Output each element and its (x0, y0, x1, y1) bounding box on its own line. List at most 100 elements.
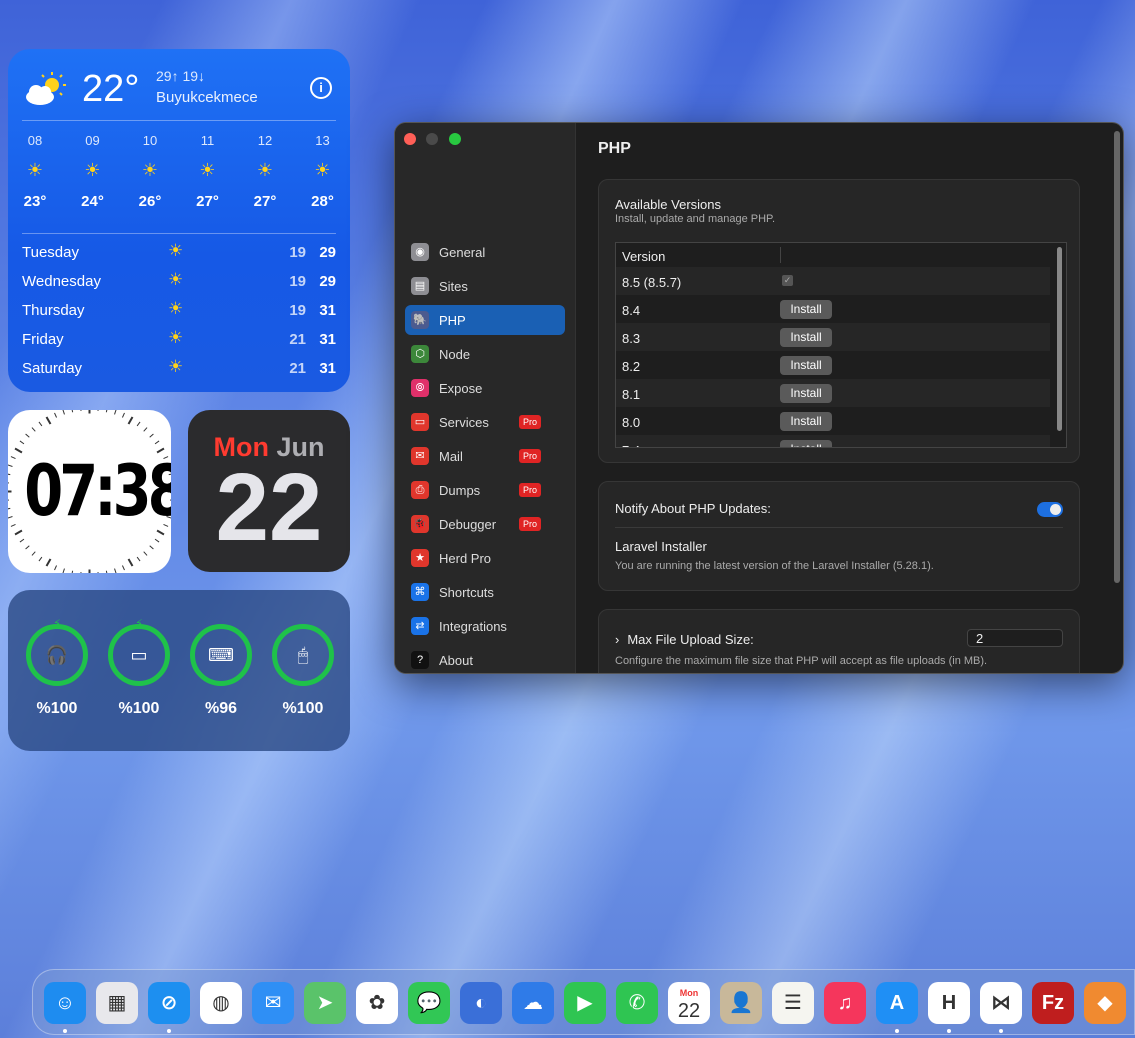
tick-mark (114, 410, 117, 415)
close-button[interactable] (404, 133, 416, 145)
sidebar-item-php[interactable]: 🐘 PHP (405, 305, 565, 335)
sidebar-item-expose[interactable]: ⦾ Expose (405, 373, 565, 403)
finder-icon[interactable]: ☺ (44, 982, 86, 1024)
main-content: PHP Available Versions Install, update a… (576, 123, 1123, 673)
install-button[interactable]: Install (780, 440, 832, 447)
install-button[interactable]: Install (780, 328, 832, 347)
preview-icon[interactable]: ◆ (1084, 982, 1126, 1024)
weather-widget[interactable]: 22° 29↑ 19↓ Buyukcekmece i 08 ☀ 23° 09 ☀ 24° 1… (8, 49, 350, 392)
main-scrollbar[interactable] (1114, 131, 1120, 583)
sidebar-item-herd-pro[interactable]: ★ Herd Pro (405, 543, 565, 573)
sidebar-item-debugger[interactable]: 🐞 Debugger Pro (405, 509, 565, 539)
notes-icon[interactable]: ☰ (772, 982, 814, 1024)
install-button[interactable]: Install (780, 300, 832, 319)
phone-icon[interactable]: ✆ (616, 982, 658, 1024)
battery-percent: %96 (204, 700, 238, 717)
table-row[interactable]: 8.1 Install (616, 379, 1050, 407)
sidebar-item-integrations[interactable]: ⇄ Integrations (405, 611, 565, 641)
sidebar-item-dumps[interactable]: ⎙ Dumps Pro (405, 475, 565, 505)
upload-label: Max File Upload Size: (627, 632, 754, 647)
facetime-icon[interactable]: ▶ (564, 982, 606, 1024)
tick-mark (114, 568, 117, 573)
music-icon[interactable]: ♫ (824, 982, 866, 1024)
sidebar-item-mail[interactable]: ✉ Mail Pro (405, 441, 565, 471)
sidebar-item-node[interactable]: ⬡ Node (405, 339, 565, 369)
battery-percent: %100 (282, 700, 324, 717)
tick-mark (54, 412, 58, 418)
app-store-icon[interactable]: A (876, 982, 918, 1024)
table-row[interactable]: 8.2 Install (616, 351, 1050, 379)
upload-label-row[interactable]: › Max File Upload Size: (615, 632, 754, 647)
tick-mark (121, 565, 125, 571)
sidebar-item-services[interactable]: ▭ Services Pro (405, 407, 565, 437)
calendar-icon[interactable]: Mon 22 (668, 982, 710, 1024)
ai-app-icon[interactable]: ◐ (460, 982, 502, 1024)
day-high: 31 (319, 360, 336, 377)
hour-temperature: 26° (138, 193, 162, 210)
hour-temperature: 23° (23, 193, 47, 210)
installed-checkbox[interactable]: ✓ (782, 275, 793, 286)
tick-mark (10, 456, 16, 460)
battery-ring: ⚡ ▭ (108, 619, 170, 686)
battery-percent: %100 (36, 700, 78, 717)
weather-icon[interactable]: ☁ (512, 982, 554, 1024)
sidebar-item-shortcuts[interactable]: ⌘ Shortcuts (405, 577, 565, 607)
tick-mark (71, 410, 74, 413)
sun-icon: ☀ (168, 328, 184, 347)
versions-table[interactable]: Version 8.5 (8.5.7) ✓ 8.4 Install 8.3 Install… (615, 242, 1067, 448)
maps-icon[interactable]: ➤ (304, 982, 346, 1024)
day-row: Tuesday ☀ 19 29 (22, 238, 336, 267)
updates-panel: Notify About PHP Updates: Laravel Instal… (598, 481, 1080, 591)
sidebar-item-about[interactable]: ? About (405, 645, 565, 673)
sidebar-item-sites[interactable]: ▤ Sites (405, 271, 565, 301)
sites-icon: ▤ (411, 277, 429, 295)
messages-icon[interactable]: 💬 (408, 982, 450, 1024)
launchpad-icon[interactable]: ▦ (96, 982, 138, 1024)
clock-widget[interactable]: 07:38 (8, 410, 171, 573)
chevron-right-icon[interactable]: › (615, 632, 619, 647)
weather-header: 22° 29↑ 19↓ Buyukcekmece i (22, 67, 336, 111)
sidebar-item-label: PHP (439, 313, 466, 328)
herd-icon[interactable]: H (928, 982, 970, 1024)
version-label: 8.0 (622, 415, 641, 430)
upload-size-input[interactable]: 2 (967, 629, 1063, 647)
vscode-icon[interactable]: ⋈ (980, 982, 1022, 1024)
battery-item: ⌨ %96 (189, 624, 253, 718)
minimize-button[interactable] (426, 133, 439, 145)
chrome-icon[interactable]: ◍ (200, 982, 242, 1024)
sun-icon: ☀ (84, 160, 101, 180)
sun-icon: ☀ (168, 241, 184, 260)
notify-updates-toggle[interactable] (1037, 502, 1063, 517)
table-row[interactable]: 8.3 Install (616, 323, 1050, 351)
mail-icon[interactable]: ✉ (252, 982, 294, 1024)
safari-icon[interactable]: ⊘ (148, 982, 190, 1024)
contacts-icon[interactable]: 👤 (720, 982, 762, 1024)
tick-mark (154, 440, 160, 445)
install-button[interactable]: Install (780, 384, 832, 403)
sidebar-item-label: About (439, 653, 473, 668)
tick-mark (97, 410, 99, 411)
zoom-button[interactable] (448, 133, 461, 145)
photos-icon[interactable]: ✿ (356, 982, 398, 1024)
day-low: 21 (289, 360, 306, 377)
table-row[interactable]: 8.5 (8.5.7) ✓ (616, 267, 1050, 295)
install-button[interactable]: Install (780, 356, 832, 375)
battery-widget[interactable]: ⚡ 🎧 %100 ⚡ ▭ %100 ⌨ %96 🖱 %100 (8, 590, 350, 751)
install-button[interactable]: Install (780, 412, 832, 431)
herd-settings-window[interactable]: ◉ General ▤ Sites 🐘 PHP ⬡ Node ⦾ Expose ▭ Services P… (394, 122, 1124, 674)
tick-mark (71, 570, 74, 573)
hour-forecast: 09 ☀ 24° (73, 133, 113, 210)
info-icon[interactable]: i (310, 77, 332, 99)
divider (22, 120, 336, 121)
sidebar-item-general[interactable]: ◉ General (405, 237, 565, 267)
tick-mark (143, 551, 148, 556)
column-divider (780, 247, 781, 263)
day-high: 31 (319, 331, 336, 348)
table-row[interactable]: 8.0 Install (616, 407, 1050, 435)
table-row[interactable]: 7.4 Install (616, 435, 1050, 447)
filezilla-icon[interactable]: Fz (1032, 982, 1074, 1024)
table-scrollbar[interactable] (1057, 247, 1062, 431)
table-row[interactable]: 8.4 Install (616, 295, 1050, 323)
tick-mark (45, 558, 52, 567)
calendar-widget[interactable]: Mon Jun 22 (188, 410, 350, 572)
